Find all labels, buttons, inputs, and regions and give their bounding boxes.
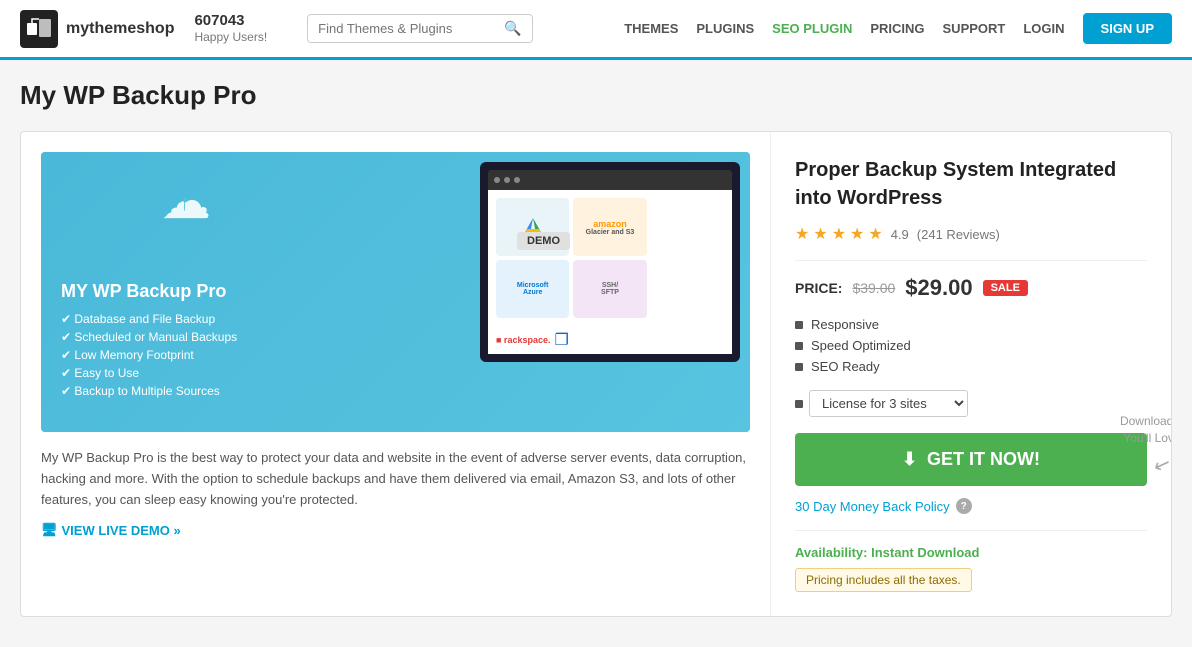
- price-label: PRICE:: [795, 280, 842, 296]
- star-1: ★: [795, 224, 809, 244]
- screen-body: amazon Glacier and S3 Microsoft Azure SS…: [488, 190, 732, 326]
- header: mythemeshop 607043 Happy Users! 🔍 THEMES…: [0, 0, 1192, 60]
- screen-footer-logos: ■ rackspace. ❐: [488, 326, 732, 354]
- nav-plugins[interactable]: PLUGINS: [696, 21, 754, 36]
- money-back-row: 30 Day Money Back Policy ?: [795, 498, 1147, 514]
- nav-seo-plugin[interactable]: SEO PLUGIN: [772, 21, 852, 36]
- logo-area: mythemeshop: [20, 10, 174, 48]
- plugin-name-area: MY WP Backup Pro Database and File Backu…: [61, 281, 237, 402]
- feature-label-speed: Speed Optimized: [811, 338, 911, 353]
- user-count-number: 607043: [194, 12, 267, 30]
- product-right-title: Proper Backup System Integrated into Wor…: [795, 156, 1147, 212]
- cta-area: ⬇ GET IT NOW! Download Now! You'll Love …: [795, 433, 1147, 486]
- product-description: My WP Backup Pro is the best way to prot…: [41, 448, 750, 510]
- search-icon: 🔍: [504, 20, 521, 37]
- feature-label-responsive: Responsive: [811, 317, 879, 332]
- empty-cell: [651, 198, 724, 256]
- bullet-license: [795, 400, 803, 408]
- rating-row: ★ ★ ★ ★ ★ 4.9 (241 Reviews): [795, 224, 1147, 244]
- availability-label: Availability:: [795, 545, 871, 560]
- page-title: My WP Backup Pro: [20, 80, 1172, 111]
- product-card: ☁ ↑ W MY WP Backup Pro Database and File…: [20, 131, 1172, 617]
- logo-ftp: SSH/ SFTP: [573, 260, 646, 318]
- star-5: ★: [868, 224, 882, 244]
- upload-arrow-icon: ↑: [179, 190, 190, 216]
- monitor-icon: 🖥: [41, 522, 58, 538]
- feature-item: Scheduled or Manual Backups: [61, 330, 237, 344]
- feature-responsive: Responsive: [795, 317, 1147, 332]
- logo-icon: [20, 10, 58, 48]
- screen-dot-2: [504, 177, 510, 183]
- divider-2: [795, 530, 1147, 531]
- search-box[interactable]: 🔍: [307, 14, 532, 43]
- feature-item: Low Memory Footprint: [61, 348, 237, 362]
- logo-text: mythemeshop: [66, 20, 174, 38]
- availability-row: Availability: Instant Download: [795, 545, 1147, 560]
- main-nav: THEMES PLUGINS SEO PLUGIN PRICING SUPPOR…: [624, 13, 1172, 44]
- features-list: Responsive Speed Optimized SEO Ready: [795, 317, 1147, 374]
- license-select[interactable]: License for 1 site License for 3 sites L…: [809, 390, 968, 417]
- feature-item: Easy to Use: [61, 366, 237, 380]
- user-count-label: Happy Users!: [194, 30, 267, 44]
- cta-button-label: GET IT NOW!: [927, 449, 1040, 470]
- nav-pricing[interactable]: PRICING: [870, 21, 924, 36]
- download-callout: Download Now! You'll Love it :) ↙: [1117, 413, 1172, 479]
- feature-item: Database and File Backup: [61, 312, 237, 326]
- product-image-inner: ☁ ↑ W MY WP Backup Pro Database and File…: [41, 152, 750, 432]
- logo-azure: Microsoft Azure: [496, 260, 569, 318]
- product-image: ☁ ↑ W MY WP Backup Pro Database and File…: [41, 152, 750, 432]
- empty-cell-2: [651, 260, 724, 318]
- star-2: ★: [813, 224, 827, 244]
- download-icon: ⬇: [902, 449, 917, 470]
- help-icon[interactable]: ?: [956, 498, 972, 514]
- divider-1: [795, 260, 1147, 261]
- view-demo-label: VIEW LIVE DEMO »: [62, 523, 181, 538]
- bullet-responsive: [795, 321, 803, 329]
- search-input[interactable]: [318, 21, 498, 36]
- price-current: $29.00: [905, 275, 972, 301]
- availability-value: Instant Download: [871, 545, 979, 560]
- product-left-panel: ☁ ↑ W MY WP Backup Pro Database and File…: [21, 132, 771, 616]
- license-row: License for 1 site License for 3 sites L…: [795, 390, 1147, 417]
- star-3: ★: [832, 224, 846, 244]
- rating-value: 4.9: [891, 227, 909, 242]
- product-right-panel: Proper Backup System Integrated into Wor…: [771, 132, 1171, 616]
- backup-features-list: Database and File Backup Scheduled or Ma…: [61, 312, 237, 398]
- logo-dropbox: ❐: [554, 330, 568, 350]
- price-original: $39.00: [852, 280, 895, 296]
- demo-badge: DEMO: [517, 232, 570, 250]
- nav-login[interactable]: LOGIN: [1023, 21, 1064, 36]
- page-content: My WP Backup Pro ☁ ↑ W MY WP Backup Pro …: [0, 60, 1192, 637]
- cta-button[interactable]: ⬇ GET IT NOW!: [795, 433, 1147, 486]
- bullet-seo: [795, 363, 803, 371]
- screen-top-bar: [488, 170, 732, 190]
- screen-dot-3: [514, 177, 520, 183]
- sale-badge: SALE: [983, 280, 1028, 296]
- nav-support[interactable]: SUPPORT: [943, 21, 1006, 36]
- feature-item: Backup to Multiple Sources: [61, 384, 237, 398]
- backup-plugin-title: MY WP Backup Pro: [61, 281, 237, 302]
- money-back-link[interactable]: 30 Day Money Back Policy: [795, 499, 950, 514]
- feature-speed: Speed Optimized: [795, 338, 1147, 353]
- bullet-speed: [795, 342, 803, 350]
- logo-amazon: amazon Glacier and S3: [573, 198, 646, 256]
- feature-seo: SEO Ready: [795, 359, 1147, 374]
- feature-label-seo: SEO Ready: [811, 359, 880, 374]
- nav-themes[interactable]: THEMES: [624, 21, 678, 36]
- rating-count: (241 Reviews): [917, 227, 1000, 242]
- signup-button[interactable]: SIGN UP: [1083, 13, 1172, 44]
- price-row: PRICE: $39.00 $29.00 SALE: [795, 275, 1147, 301]
- screen-mockup: amazon Glacier and S3 Microsoft Azure SS…: [480, 162, 740, 362]
- view-demo-link[interactable]: 🖥 VIEW LIVE DEMO »: [41, 522, 181, 538]
- tax-note: Pricing includes all the taxes.: [795, 568, 972, 592]
- logo-rackspace: ■ rackspace.: [496, 335, 550, 345]
- user-count-area: 607043 Happy Users!: [194, 12, 267, 44]
- star-4: ★: [850, 224, 864, 244]
- screen-dot-1: [494, 177, 500, 183]
